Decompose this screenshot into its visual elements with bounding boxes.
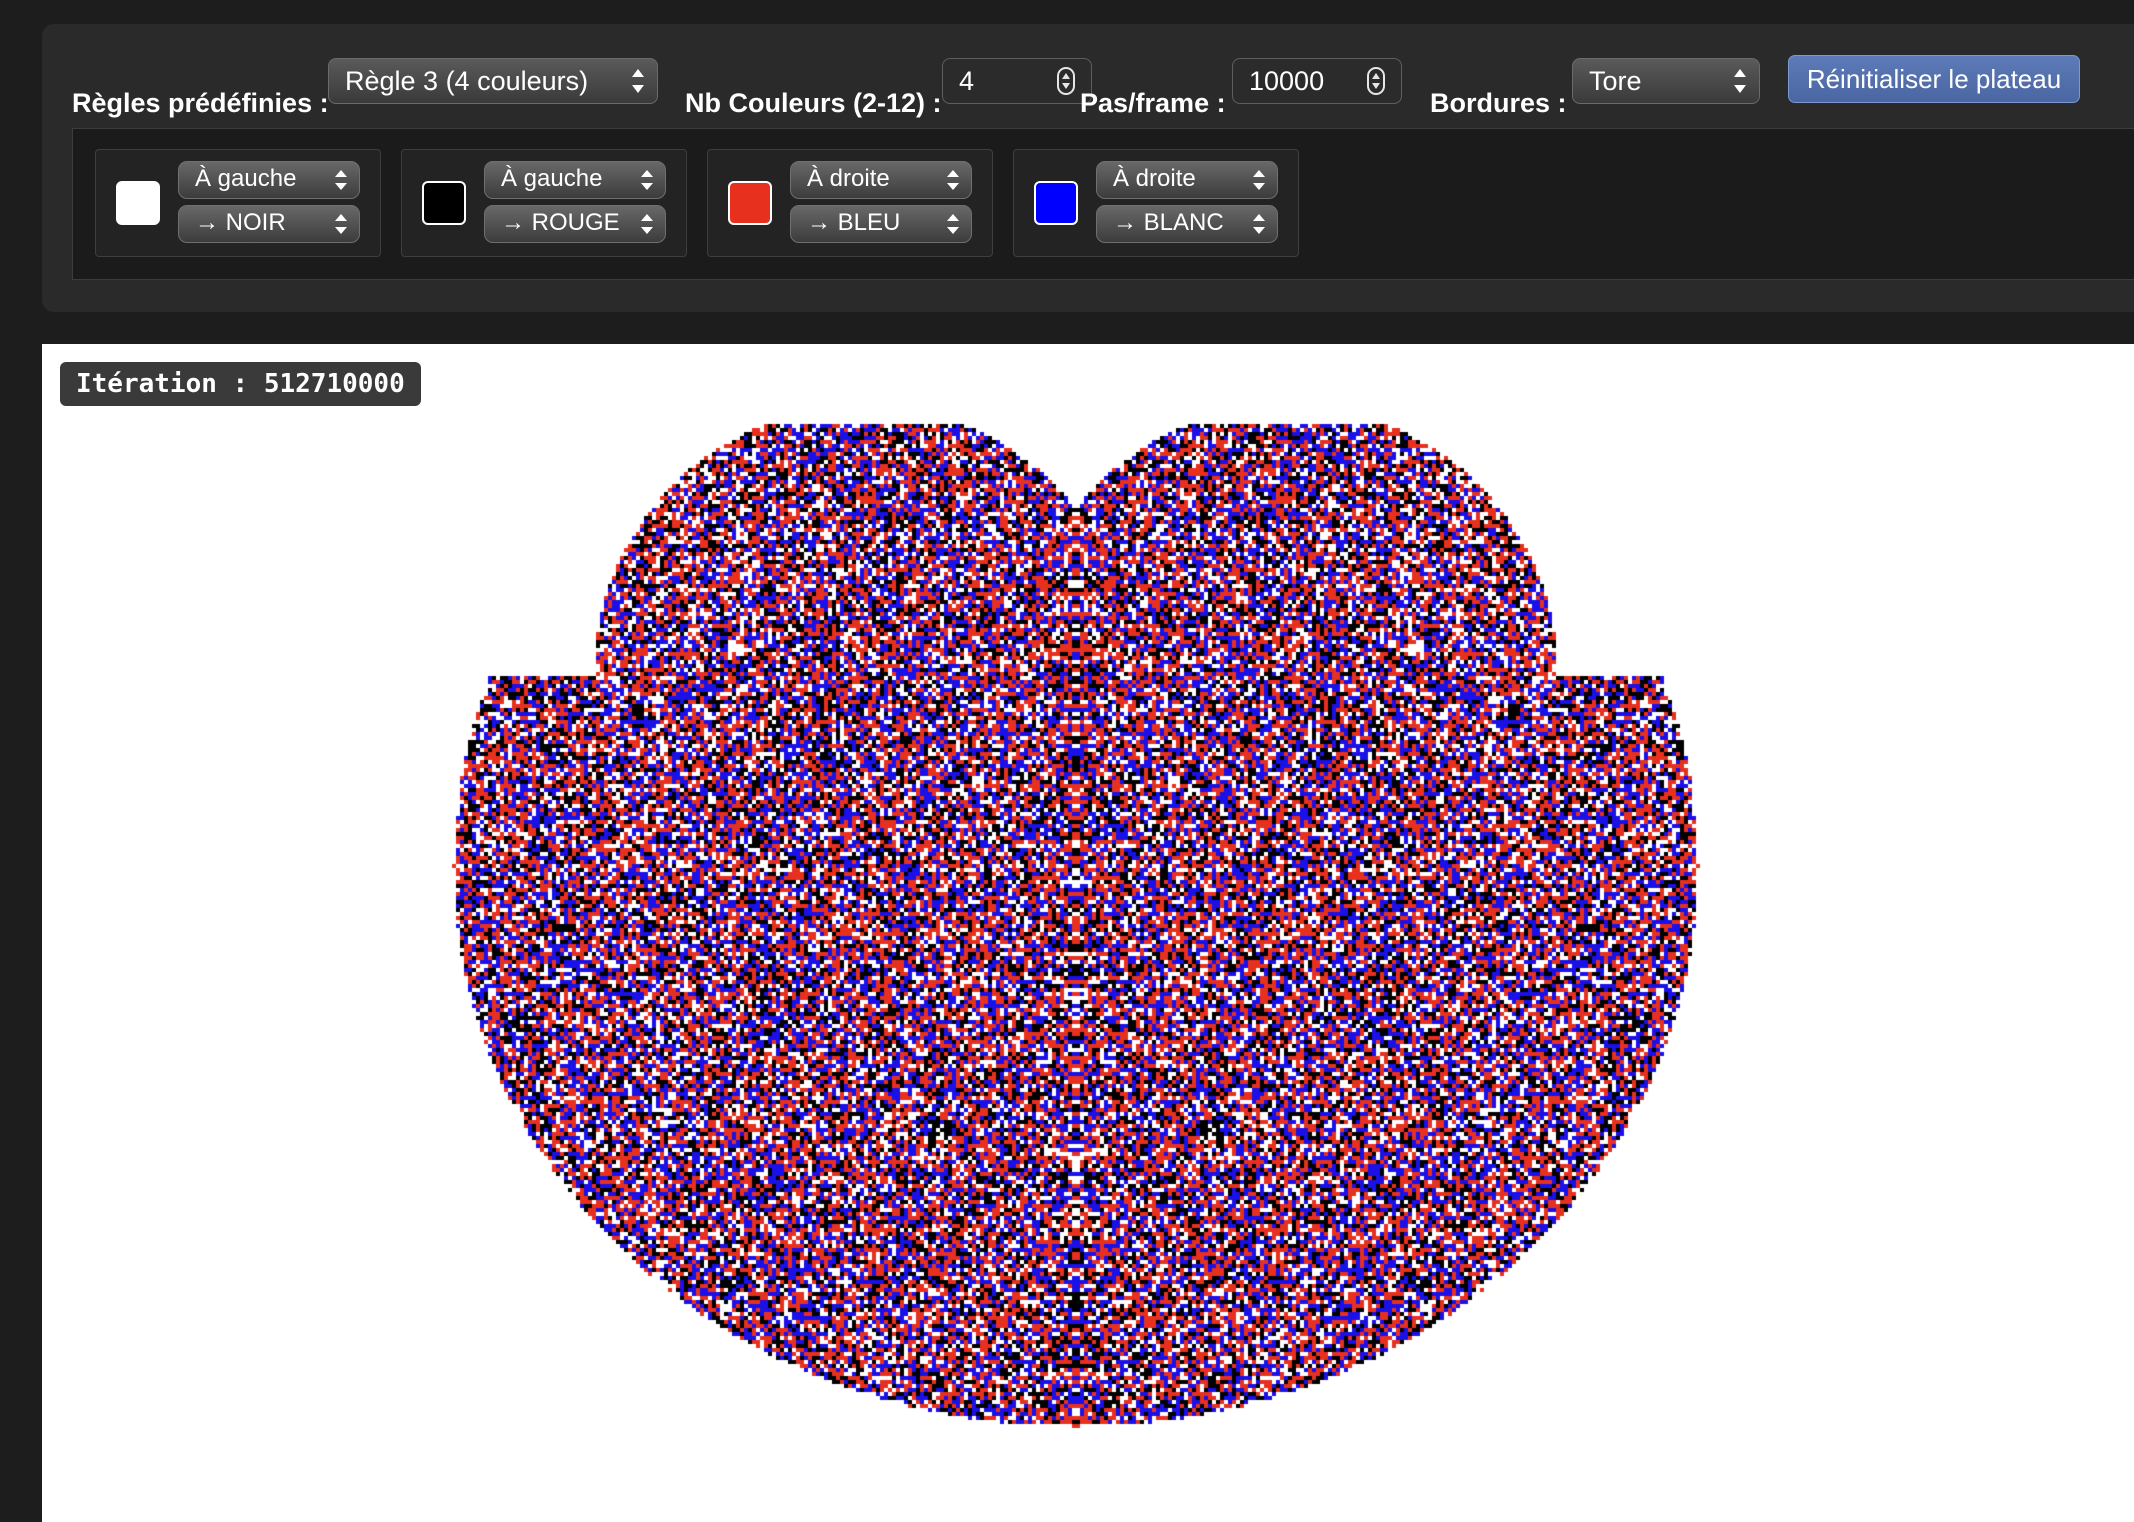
steps-per-frame-input[interactable]: 10000 — [1232, 58, 1402, 104]
rules-panel: À gauche → NOIR À gauche → ROUGE À droit… — [72, 128, 2134, 280]
target-color-select[interactable]: → NOIR — [178, 205, 360, 243]
target-color-value: → NOIR — [195, 209, 286, 236]
select-arrows-icon — [1733, 68, 1747, 94]
direction-value: À gauche — [501, 165, 603, 192]
direction-value: À droite — [807, 165, 890, 192]
rule-card: À gauche → NOIR — [95, 149, 381, 257]
colors-count-label: Nb Couleurs (2-12) : — [685, 88, 942, 118]
steps-per-frame-value: 10000 — [1249, 66, 1325, 96]
direction-value: À droite — [1113, 165, 1196, 192]
colors-count-value: 4 — [959, 66, 975, 96]
select-arrows-icon — [947, 213, 959, 235]
color-swatch[interactable] — [728, 181, 772, 225]
target-color-select[interactable]: → BLANC — [1096, 205, 1278, 243]
rule-card: À droite → BLANC — [1013, 149, 1299, 257]
target-color-value: → BLEU — [807, 209, 901, 236]
app-page: Règles prédéfinies : Règle 3 (4 couleurs… — [0, 0, 2134, 1522]
reset-board-button[interactable]: Réinitialiser le plateau — [1788, 55, 2080, 103]
select-arrows-icon — [641, 213, 653, 235]
direction-value: À gauche — [195, 165, 297, 192]
borders-select[interactable]: Tore — [1572, 58, 1760, 104]
stepper-icon[interactable] — [1057, 67, 1075, 95]
color-swatch[interactable] — [116, 181, 160, 225]
target-color-value: → ROUGE — [501, 209, 620, 236]
borders-select-value: Tore — [1589, 66, 1642, 96]
select-arrows-icon — [947, 169, 959, 191]
target-color-select[interactable]: → ROUGE — [484, 205, 666, 243]
select-arrows-icon — [631, 68, 645, 94]
steps-per-frame-label: Pas/frame : — [1080, 88, 1226, 118]
borders-label: Bordures : — [1430, 88, 1567, 118]
color-swatch[interactable] — [1034, 181, 1078, 225]
direction-select[interactable]: À droite — [790, 161, 972, 199]
select-arrows-icon — [1253, 213, 1265, 235]
select-arrows-icon — [335, 213, 347, 235]
direction-select[interactable]: À gauche — [484, 161, 666, 199]
rule-card: À gauche → ROUGE — [401, 149, 687, 257]
preset-select[interactable]: Règle 3 (4 couleurs) — [328, 58, 658, 104]
toolbar: Règles prédéfinies : Règle 3 (4 couleurs… — [42, 24, 2134, 134]
preset-select-value: Règle 3 (4 couleurs) — [345, 66, 589, 96]
simulation-board[interactable]: Itération : 512710000 — [42, 344, 2134, 1522]
target-color-value: → BLANC — [1113, 209, 1224, 236]
rule-card: À droite → BLEU — [707, 149, 993, 257]
select-arrows-icon — [641, 169, 653, 191]
ant-pattern-canvas[interactable] — [42, 344, 2134, 1522]
stepper-icon[interactable] — [1367, 67, 1385, 95]
iteration-counter: Itération : 512710000 — [60, 362, 421, 406]
colors-count-input[interactable]: 4 — [942, 58, 1092, 104]
control-panel: Règles prédéfinies : Règle 3 (4 couleurs… — [42, 24, 2134, 312]
select-arrows-icon — [335, 169, 347, 191]
direction-select[interactable]: À gauche — [178, 161, 360, 199]
target-color-select[interactable]: → BLEU — [790, 205, 972, 243]
select-arrows-icon — [1253, 169, 1265, 191]
color-swatch[interactable] — [422, 181, 466, 225]
presets-label: Règles prédéfinies : — [72, 88, 329, 118]
direction-select[interactable]: À droite — [1096, 161, 1278, 199]
